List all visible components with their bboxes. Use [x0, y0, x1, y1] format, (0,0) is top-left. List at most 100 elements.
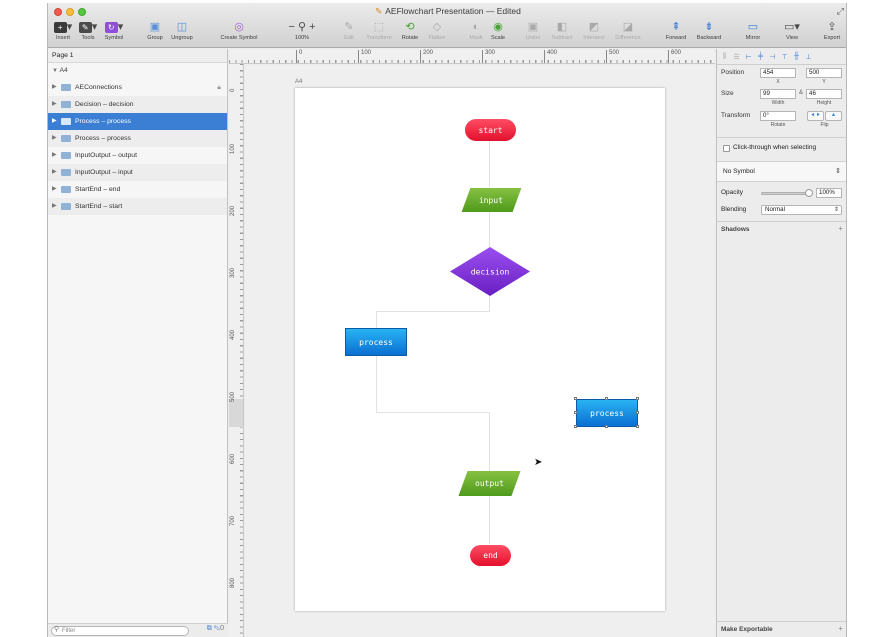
make-exportable-title[interactable]: Make Exportable: [721, 626, 773, 633]
layer-row[interactable]: ▶ AEConnections 🔒︎: [48, 79, 227, 96]
scale-button[interactable]: ◉ Scale: [488, 20, 508, 41]
fullscreen-icon[interactable]: ⤢: [837, 6, 844, 17]
resize-handle-br[interactable]: [636, 425, 639, 428]
mouse-pointer-icon: ➤: [534, 457, 543, 468]
mask-button[interactable]: ◐ Mask: [466, 20, 486, 41]
opacity-field[interactable]: 100%: [816, 188, 842, 198]
distribute-vertical-icon[interactable]: ☰: [732, 53, 741, 61]
union-button[interactable]: ▣ Union: [522, 20, 544, 41]
subtract-button[interactable]: ◧ Subtract: [548, 20, 576, 41]
zoom-out-button[interactable]: −: [288, 21, 294, 33]
connector-loop-right: [376, 412, 490, 413]
symbol-button[interactable]: ↻ ▾ Symbol: [102, 20, 126, 41]
layer-row[interactable]: ▶ InputOutput – output: [48, 147, 227, 164]
flatten-button[interactable]: ◇ Flatten: [424, 20, 450, 41]
layer-row[interactable]: ▶ Process – process: [48, 130, 227, 147]
tools-button[interactable]: ✎ ▾ Tools: [77, 20, 99, 41]
aspect-lock-icon[interactable]: &: [799, 90, 803, 96]
click-through-checkbox[interactable]: [723, 145, 730, 152]
filter-placeholder: Filter: [62, 628, 76, 634]
resize-handle-tc[interactable]: [605, 397, 608, 400]
decision-shape[interactable]: decision: [450, 247, 530, 296]
ruler-tick-label: 400: [230, 329, 236, 340]
end-shape[interactable]: end: [470, 545, 511, 566]
resize-handle-bl[interactable]: [574, 425, 577, 428]
mirror-button[interactable]: ▭ Mirror: [741, 20, 765, 41]
group-button[interactable]: ▣ Group: [144, 20, 166, 41]
resize-handle-ml[interactable]: [574, 411, 577, 414]
disclosure-down-icon[interactable]: ▼: [52, 68, 58, 74]
height-field[interactable]: 46: [806, 89, 842, 99]
page-selector[interactable]: Page 1: [48, 49, 227, 63]
disclosure-triangle-icon[interactable]: ▶: [52, 96, 57, 113]
disclosure-triangle-icon[interactable]: ▶: [52, 130, 57, 147]
disclosure-triangle-icon[interactable]: ▶: [52, 113, 57, 130]
resize-handle-mr[interactable]: [636, 411, 639, 414]
layer-row[interactable]: ▶ StartEnd – end: [48, 181, 227, 198]
zoom-in-button[interactable]: +: [309, 21, 315, 33]
add-export-icon[interactable]: +: [838, 624, 843, 633]
layer-row[interactable]: ▶ InputOutput – input: [48, 164, 227, 181]
rotate-field[interactable]: 0°: [760, 111, 796, 121]
artboard-a4[interactable]: start input decision process process out…: [295, 88, 665, 611]
intersect-button[interactable]: ◩ Intersect: [579, 20, 609, 41]
position-x-field[interactable]: 454: [760, 68, 796, 78]
transform-button[interactable]: ⬚ Transform: [362, 20, 396, 41]
width-field[interactable]: 99: [760, 89, 796, 99]
view-button[interactable]: ▭▾ View: [780, 20, 804, 41]
forward-button[interactable]: ⇞ Forward: [662, 20, 690, 41]
difference-button[interactable]: ◪ Difference: [611, 20, 645, 41]
zoom-control[interactable]: − ⚲ + 100%: [284, 20, 320, 41]
start-shape[interactable]: start: [465, 119, 516, 141]
process-right-shape[interactable]: process: [576, 399, 638, 427]
opacity-slider-knob[interactable]: [805, 189, 813, 197]
input-shape[interactable]: input: [461, 188, 522, 212]
blending-select[interactable]: Normal ⇕: [761, 205, 842, 215]
filter-input[interactable]: ⚲ Filter: [51, 626, 189, 636]
lock-icon[interactable]: 🔒︎: [217, 79, 221, 96]
align-top-icon[interactable]: ⊤: [780, 53, 789, 61]
vertical-ruler[interactable]: 0 100 200 300 400 500 600 700 800: [229, 64, 244, 637]
layer-label: InputOutput – input: [75, 169, 133, 176]
opacity-slider[interactable]: [761, 192, 811, 195]
resize-handle-tr[interactable]: [636, 397, 639, 400]
layer-row[interactable]: ▶ Process – process: [48, 113, 227, 130]
align-bottom-icon[interactable]: ⊥: [804, 53, 813, 61]
align-left-icon[interactable]: ⊢: [744, 53, 753, 61]
disclosure-triangle-icon[interactable]: ▶: [52, 198, 57, 215]
copy-page-icon[interactable]: ⧉: [207, 625, 212, 632]
resize-handle-bc[interactable]: [605, 425, 608, 428]
layer-row[interactable]: ▶ StartEnd – start: [48, 198, 227, 215]
disclosure-triangle-icon[interactable]: ▶: [52, 164, 57, 181]
backward-button[interactable]: ⇟ Backward: [693, 20, 725, 41]
align-middle-icon[interactable]: ╫: [792, 53, 801, 60]
align-right-icon[interactable]: ⊣: [768, 53, 777, 61]
insert-button[interactable]: + ▾ Insert: [52, 20, 74, 41]
connector-decision-down: [489, 295, 490, 312]
symbol-select[interactable]: No Symbol ⇕: [717, 161, 846, 182]
disclosure-triangle-icon[interactable]: ▶: [52, 147, 57, 164]
ungroup-button[interactable]: ◫ Ungroup: [169, 20, 195, 41]
align-center-icon[interactable]: ╪: [756, 53, 765, 60]
layer-row[interactable]: ▶ Decision – decision: [48, 96, 227, 113]
create-symbol-button[interactable]: ◎ Create Symbol: [217, 20, 261, 41]
export-button[interactable]: ⇪ Export: [820, 20, 844, 41]
distribute-horizontal-icon[interactable]: ⫼: [720, 53, 729, 61]
disclosure-triangle-icon[interactable]: ▶: [52, 181, 57, 198]
output-shape[interactable]: output: [458, 471, 521, 496]
edit-button[interactable]: ✎ Edit: [340, 20, 358, 41]
flip-vertical-button[interactable]: ⯅: [825, 111, 842, 121]
horizontal-ruler[interactable]: 0 100 200 300 400 500 600: [229, 49, 715, 64]
rotate-button[interactable]: ⟲ Rotate: [398, 20, 422, 41]
process-left-shape[interactable]: process: [345, 328, 407, 356]
artboard-title[interactable]: A4: [295, 79, 302, 85]
flip-horizontal-button[interactable]: ⯇⯈: [807, 111, 824, 121]
blending-value: Normal: [765, 206, 785, 213]
resize-handle-tl[interactable]: [574, 397, 577, 400]
position-y-field[interactable]: 500: [806, 68, 842, 78]
add-shadow-icon[interactable]: +: [838, 224, 843, 233]
disclosure-triangle-icon[interactable]: ▶: [52, 79, 57, 96]
folder-icon: [61, 118, 71, 125]
canvas[interactable]: A4 start input decision process process …: [245, 65, 715, 637]
artboard-row[interactable]: ▼ A4: [48, 63, 227, 79]
